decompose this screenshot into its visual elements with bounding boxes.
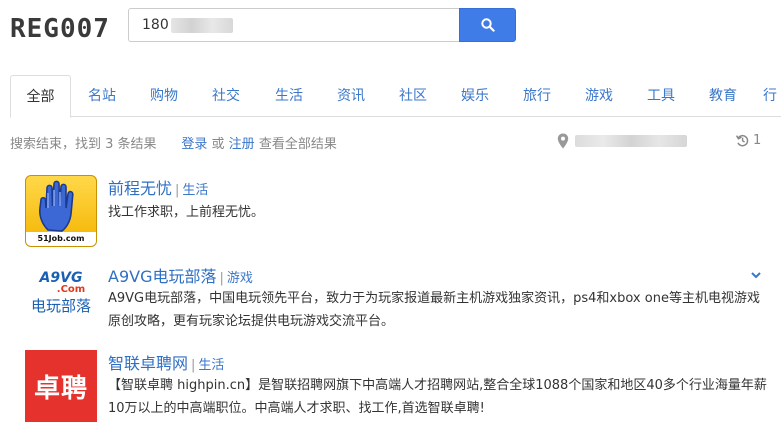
result-title-link[interactable]: 前程无忧 | 生活	[108, 175, 208, 199]
location-redacted	[575, 135, 687, 147]
51job-logo[interactable]: 51Job.com	[25, 175, 97, 247]
result-count-text: 搜索结束，找到 3 条结果	[10, 137, 157, 152]
a9vg-logo-cn: 电玩部落	[30, 297, 91, 315]
history-icon	[736, 134, 749, 147]
tab-news[interactable]: 资讯	[329, 75, 373, 117]
result-title-link[interactable]: 智联卓聘网 | 生活	[108, 350, 224, 374]
result-title[interactable]: A9VG电玩部落	[108, 267, 216, 286]
or-text: 或	[211, 137, 225, 152]
search-input-redacted	[171, 18, 233, 33]
history-button[interactable]: 1	[736, 133, 761, 148]
tab-more[interactable]: 行	[763, 75, 781, 117]
tab-social[interactable]: 社交	[204, 75, 248, 117]
result-title[interactable]: 前程无忧	[108, 179, 172, 198]
tab-all[interactable]: 全部	[10, 75, 71, 118]
result-category[interactable]: 生活	[182, 183, 208, 198]
zhuopin-logo-text: 卓聘	[33, 373, 88, 404]
search-button[interactable]	[459, 8, 516, 42]
page: REG007 180 全部 名站 购物 社交 生活 资讯 社区 娱乐 旅行 游戏…	[0, 0, 781, 433]
tab-entertainment[interactable]: 娱乐	[453, 75, 497, 117]
view-all-text: 查看全部结果	[258, 137, 337, 152]
a9vg-logo-brand: A9VG	[39, 270, 83, 286]
location-pin-icon	[557, 133, 569, 149]
title-separator: |	[175, 183, 180, 198]
tab-famous[interactable]: 名站	[80, 75, 124, 117]
header: REG007 180	[0, 0, 781, 58]
result-item: 卓聘 智联卓聘网 | 生活 【智联卓聘 highpin.cn】是智联招聘网旗下中高端…	[25, 350, 775, 425]
tab-life[interactable]: 生活	[267, 75, 311, 117]
category-tabs: 全部 名站 购物 社交 生活 资讯 社区 娱乐 旅行 游戏 工具 教育 行	[10, 75, 781, 118]
51job-logo-text: 51Job.com	[26, 232, 96, 246]
login-link[interactable]: 登录	[181, 137, 207, 152]
title-separator: |	[219, 271, 224, 286]
tab-travel[interactable]: 旅行	[515, 75, 559, 117]
result-item: 51Job.com 前程无忧 | 生活 找工作求职，上前程无忧。	[25, 175, 775, 250]
result-description: 找工作求职，上前程无忧。	[108, 205, 265, 220]
hand-icon	[39, 180, 74, 232]
result-title-link[interactable]: A9VG电玩部落 | 游戏	[108, 263, 253, 287]
tab-tools[interactable]: 工具	[639, 75, 683, 117]
result-item: A9VG .Com 电玩部落 A9VG电玩部落 | 游戏 A9VG电玩部落，中国电玩…	[25, 263, 775, 338]
tab-shopping[interactable]: 购物	[142, 75, 186, 117]
result-category[interactable]: 生活	[198, 358, 224, 373]
tab-community[interactable]: 社区	[391, 75, 435, 117]
result-description: 【智联卓聘 highpin.cn】是智联招聘网旗下中高端人才招聘网站,整合全球1…	[108, 378, 767, 416]
chevron-down-icon[interactable]	[749, 268, 763, 282]
search-input-value: 180	[142, 17, 169, 33]
search-input[interactable]: 180	[128, 8, 459, 42]
tab-games[interactable]: 游戏	[577, 75, 621, 117]
tab-education[interactable]: 教育	[701, 75, 745, 117]
title-separator: |	[191, 358, 196, 373]
zhuopin-logo[interactable]: 卓聘	[25, 350, 97, 422]
site-logo[interactable]: REG007	[10, 14, 110, 44]
result-description: A9VG电玩部落，中国电玩领先平台，致力于为玩家报道最新主机游戏独家资讯，ps4…	[108, 291, 760, 329]
a9vg-logo-com: .Com	[56, 284, 86, 295]
register-link[interactable]: 注册	[229, 137, 255, 152]
history-count: 1	[753, 133, 762, 148]
search-status: 搜索结束，找到 3 条结果 登录 或 注册 查看全部结果	[10, 133, 337, 152]
a9vg-logo[interactable]: A9VG .Com 电玩部落	[25, 263, 97, 335]
result-title[interactable]: 智联卓聘网	[108, 354, 188, 373]
search-icon	[480, 18, 495, 32]
result-category[interactable]: 游戏	[227, 271, 253, 286]
